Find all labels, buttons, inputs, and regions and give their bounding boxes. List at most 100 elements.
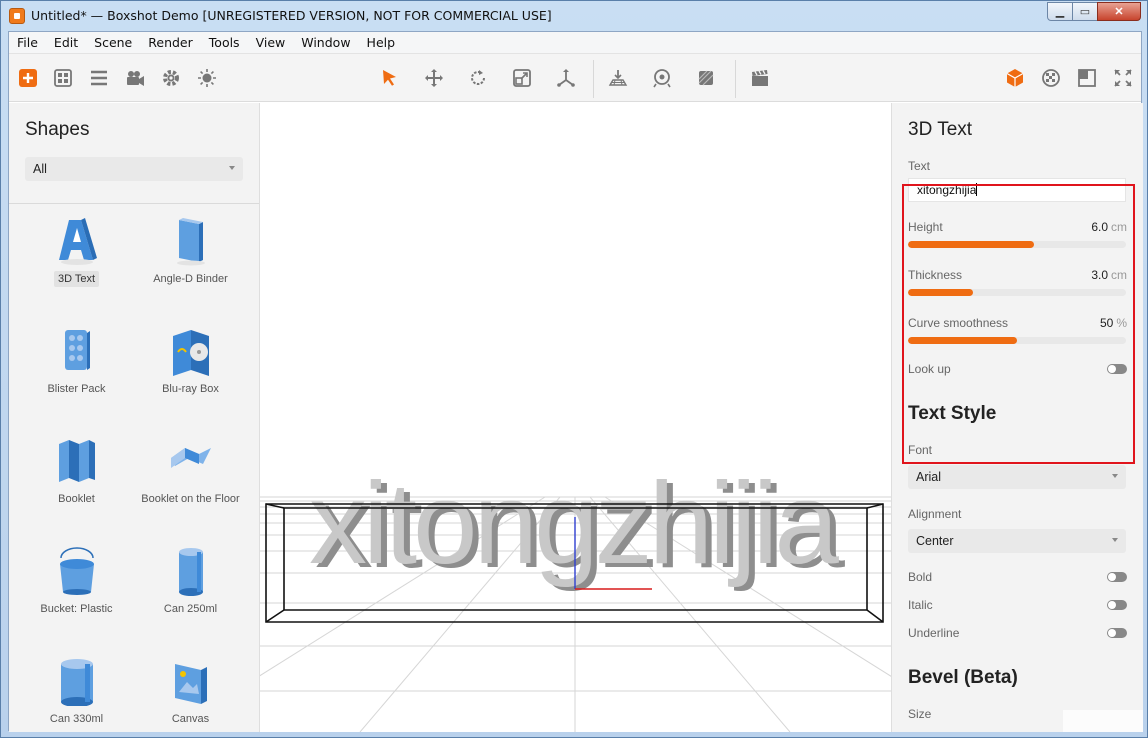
shape-item-booklet[interactable]: Booklet: [19, 430, 134, 540]
can-icon: [179, 548, 203, 596]
underline-toggle[interactable]: [1107, 628, 1127, 638]
annotation-highlight-box: [902, 184, 1135, 464]
minimize-button[interactable]: ▁: [1047, 2, 1073, 21]
bold-label: Bold: [908, 570, 933, 584]
title-bar: Untitled* — Boxshot Demo [UNREGISTERED V…: [1, 1, 1147, 31]
maximize-button[interactable]: ▭: [1072, 2, 1098, 21]
menu-help[interactable]: Help: [359, 35, 404, 50]
scale-icon[interactable]: [511, 67, 533, 89]
binder-icon: [177, 218, 205, 266]
close-button[interactable]: ✕: [1097, 2, 1141, 21]
shape-item-can-330ml[interactable]: Can 330ml: [19, 650, 134, 732]
shapes-panel: Shapes All 3D Text Angle-D Binder Bliste…: [9, 103, 260, 732]
italic-label: Italic: [908, 598, 933, 612]
chevron-down-icon: [229, 166, 235, 170]
underline-label: Underline: [908, 626, 960, 640]
app-logo-icon: [9, 8, 25, 24]
menu-bar: File Edit Scene Render Tools View Window…: [9, 32, 1141, 54]
menu-file[interactable]: File: [9, 35, 46, 50]
blister-icon: [65, 330, 90, 370]
toolbar-separator: [593, 60, 594, 98]
texture-icon[interactable]: [1040, 67, 1062, 89]
shapes-filter-value: All: [33, 162, 47, 176]
main-toolbar: [9, 54, 1141, 102]
shape-label: Can 250ml: [163, 603, 218, 615]
shape-label: Bucket: Plastic: [40, 603, 113, 615]
shape-item-booklet-floor[interactable]: Booklet on the Floor: [133, 430, 248, 540]
orbit-icon[interactable]: [651, 67, 673, 89]
section-bevel-title: Bevel (Beta): [908, 667, 1018, 688]
shape-label: Blu-ray Box: [162, 383, 219, 395]
move-icon[interactable]: [423, 67, 445, 89]
app-window: Untitled* — Boxshot Demo [UNREGISTERED V…: [0, 0, 1148, 738]
text-label: Text: [908, 159, 931, 173]
shape-item-blister-pack[interactable]: Blister Pack: [19, 320, 134, 430]
bluray-icon: [173, 330, 209, 376]
menu-tools[interactable]: Tools: [201, 35, 248, 50]
booklet-icon: [59, 440, 95, 482]
client-area: File Edit Scene Render Tools View Window…: [8, 31, 1143, 732]
shape-label: Booklet on the Floor: [141, 493, 240, 505]
alignment-select-value: Center: [916, 534, 954, 548]
alignment-select[interactable]: Center: [908, 529, 1126, 553]
shape-label: 3D Text: [53, 271, 100, 287]
shape-item-canvas[interactable]: Canvas: [133, 650, 248, 732]
3d-text-object[interactable]: xitongzhijia xitongzhijia: [309, 458, 849, 592]
bold-toggle[interactable]: [1107, 572, 1127, 582]
shapes-title: Shapes: [25, 119, 90, 140]
divider: [9, 203, 259, 204]
shape-label: Canvas: [171, 713, 210, 725]
axis-icon[interactable]: [555, 67, 577, 89]
menu-edit[interactable]: Edit: [46, 35, 86, 50]
chevron-down-icon: [1112, 474, 1118, 478]
bucket-icon: [60, 547, 94, 595]
shape-label: Can 330ml: [49, 713, 104, 725]
bevel-size-label: Size: [908, 707, 932, 721]
font-label: Font: [908, 443, 933, 457]
camera-icon[interactable]: [124, 67, 146, 89]
font-select[interactable]: Arial: [908, 465, 1126, 489]
gear-icon[interactable]: [160, 67, 182, 89]
menu-scene[interactable]: Scene: [86, 35, 140, 50]
frame-icon[interactable]: [1076, 67, 1098, 89]
booklet-floor-icon: [171, 448, 211, 468]
can-icon: [61, 659, 93, 706]
shape-label: Booklet: [58, 493, 95, 505]
shape-label: Angle-D Binder: [153, 273, 228, 285]
toolbar-separator: [735, 60, 736, 98]
3d-text-face: xitongzhijia: [309, 458, 839, 588]
shape-item-bucket-plastic[interactable]: Bucket: Plastic: [19, 540, 134, 650]
menu-render[interactable]: Render: [140, 35, 201, 50]
text-3d-icon: [59, 218, 97, 265]
3d-viewport[interactable]: xitongzhijia xitongzhijia: [260, 103, 891, 732]
rotate-icon[interactable]: [467, 67, 489, 89]
shape-cube-icon[interactable]: [1004, 67, 1026, 89]
fullscreen-icon[interactable]: [1112, 67, 1134, 89]
alignment-label: Alignment: [908, 507, 962, 521]
material-icon[interactable]: [695, 67, 717, 89]
light-icon[interactable]: [196, 67, 218, 89]
add-icon[interactable]: [17, 67, 39, 89]
canvas-icon: [175, 664, 207, 704]
floor-icon[interactable]: [607, 67, 629, 89]
window-title: Untitled* — Boxshot Demo [UNREGISTERED V…: [31, 8, 552, 23]
pointer-icon[interactable]: [379, 67, 401, 89]
shape-item-angle-d-binder[interactable]: Angle-D Binder: [133, 210, 248, 320]
menu-window[interactable]: Window: [293, 35, 358, 50]
section-3d-text-title: 3D Text: [908, 119, 973, 140]
font-select-value: Arial: [916, 470, 942, 484]
watermark: [1063, 710, 1143, 732]
clapper-icon[interactable]: [749, 67, 771, 89]
shape-item-can-250ml[interactable]: Can 250ml: [133, 540, 248, 650]
shape-label: Blister Pack: [47, 383, 106, 395]
shapes-filter-select[interactable]: All: [25, 157, 243, 181]
viewport-canvas: xitongzhijia xitongzhijia: [260, 458, 891, 732]
list-icon[interactable]: [88, 67, 110, 89]
shape-item-bluray-box[interactable]: Blu-ray Box: [133, 320, 248, 430]
shape-item-3d-text[interactable]: 3D Text: [19, 210, 134, 320]
menu-view[interactable]: View: [248, 35, 294, 50]
italic-toggle[interactable]: [1107, 600, 1127, 610]
chevron-down-icon: [1112, 538, 1118, 542]
properties-panel: 3D Text Text xitongzhijia Height 6.0 cm T…: [891, 103, 1143, 732]
grid-icon[interactable]: [52, 67, 74, 89]
